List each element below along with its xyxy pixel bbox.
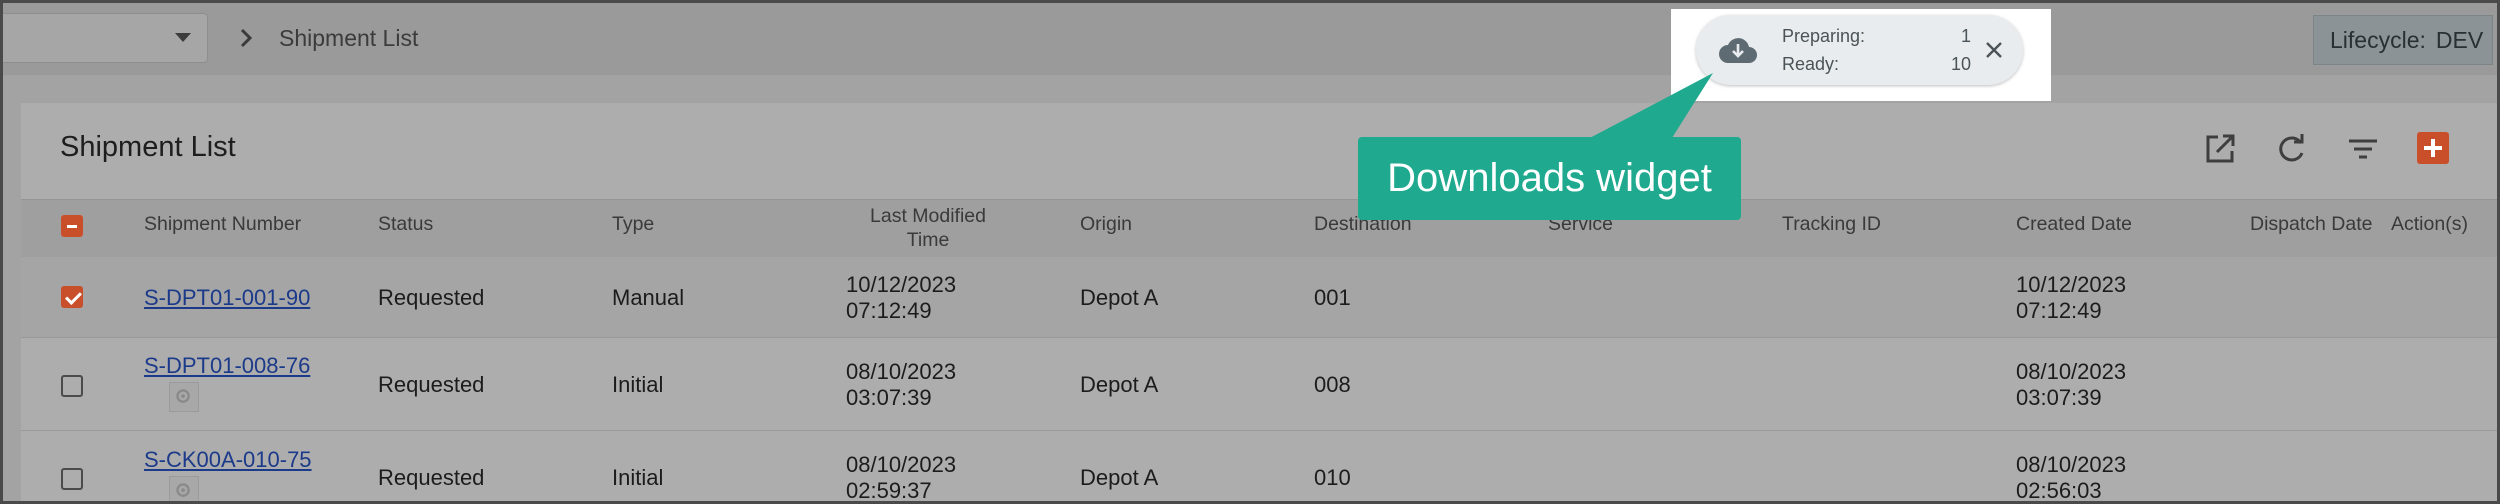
created-date-cell: 08/10/2023 — [2016, 359, 2127, 384]
shipment-number-link[interactable]: S-DPT01-008-76 — [144, 352, 310, 379]
destination-cell: 001 — [1314, 285, 1351, 310]
col-status[interactable]: Status — [378, 213, 433, 236]
callout-text: Downloads widget — [1387, 156, 1712, 200]
modified-time-cell: 03:07:39 — [846, 385, 932, 410]
col-last-modified-line1: Last Modified — [870, 205, 986, 227]
destination-cell: 008 — [1314, 372, 1351, 397]
col-created-date[interactable]: Created Date — [2016, 213, 2132, 236]
col-actions: Action(s) — [2391, 213, 2468, 235]
lifecycle-label: Lifecycle: — [2330, 26, 2426, 53]
settings-icon[interactable] — [169, 476, 199, 501]
preparing-label: Preparing: — [1782, 26, 1866, 46]
status-cell: Requested — [378, 372, 485, 397]
type-cell: Initial — [612, 465, 664, 490]
type-cell: Manual — [612, 285, 685, 310]
modified-date-cell: 10/12/2023 — [846, 272, 957, 297]
col-type[interactable]: Type — [612, 213, 654, 236]
row-checkbox[interactable] — [61, 286, 83, 308]
row-checkbox[interactable] — [61, 375, 83, 397]
page-title: Shipment List — [60, 131, 236, 163]
shipment-number-link[interactable]: S-DPT01-001-90 — [144, 284, 310, 311]
modified-date-cell: 08/10/2023 — [846, 359, 957, 384]
breadcrumb-current[interactable]: Shipment List — [279, 25, 418, 52]
cloud-download-icon — [1719, 38, 1757, 63]
ready-label: Ready: — [1782, 54, 1840, 74]
chevron-right-icon — [240, 28, 253, 48]
select-all-checkbox[interactable] — [61, 215, 83, 237]
add-button[interactable] — [2417, 132, 2449, 164]
status-cell: Requested — [378, 285, 485, 310]
col-last-modified-line2: Time — [906, 229, 950, 251]
settings-icon[interactable] — [169, 382, 199, 412]
filter-icon[interactable] — [2343, 129, 2383, 169]
status-cell: Requested — [378, 465, 485, 490]
close-icon[interactable] — [1983, 39, 2005, 61]
modified-date-cell: 08/10/2023 — [846, 452, 957, 477]
context-dropdown[interactable] — [3, 13, 208, 63]
col-tracking-id[interactable]: Tracking ID — [1782, 213, 1881, 236]
row-checkbox[interactable] — [61, 468, 83, 490]
caret-down-icon — [175, 33, 191, 42]
modified-time-cell: 07:12:49 — [846, 298, 932, 323]
created-time-cell: 02:56:03 — [2016, 478, 2102, 503]
refresh-icon[interactable] — [2271, 129, 2311, 169]
screenshot-frame: Shipment List Lifecycle: DEV Shipment Li… — [0, 0, 2500, 504]
origin-cell: Depot A — [1080, 372, 1159, 397]
destination-cell: 010 — [1314, 465, 1351, 490]
lifecycle-badge: Lifecycle: DEV — [2313, 15, 2493, 65]
shipment-number-link[interactable]: S-CK00A-010-75 — [144, 446, 312, 473]
col-dispatch-date[interactable]: Dispatch Date — [2250, 213, 2372, 236]
created-date-cell: 08/10/2023 — [2016, 452, 2127, 477]
origin-cell: Depot A — [1080, 465, 1159, 490]
created-date-cell: 10/12/2023 — [2016, 272, 2127, 297]
preparing-count: 1 — [1960, 26, 1971, 46]
col-origin[interactable]: Origin — [1080, 213, 1132, 236]
ready-count: 10 — [1950, 54, 1971, 74]
origin-cell: Depot A — [1080, 285, 1159, 310]
col-shipment-number[interactable]: Shipment Number — [144, 213, 301, 236]
lifecycle-value: DEV — [2435, 26, 2484, 53]
col-last-modified-time[interactable]: Last Modified Time — [838, 204, 1018, 252]
type-cell: Initial — [612, 372, 664, 397]
created-time-cell: 07:12:49 — [2016, 298, 2102, 323]
top-bar: Shipment List Lifecycle: DEV — [3, 3, 2497, 75]
created-time-cell: 03:07:39 — [2016, 385, 2102, 410]
open-in-new-icon[interactable] — [2200, 129, 2240, 169]
modified-time-cell: 02:59:37 — [846, 478, 932, 503]
